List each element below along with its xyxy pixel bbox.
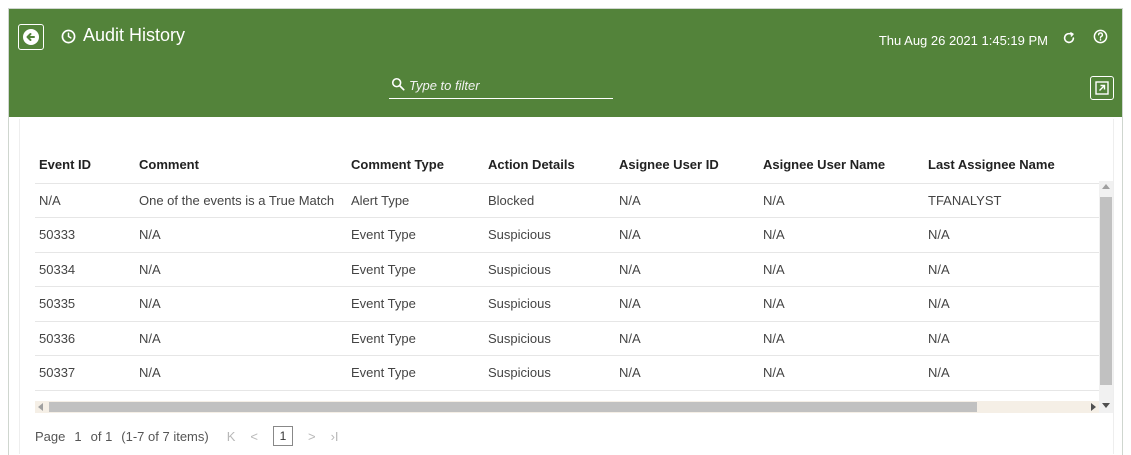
table-cell: N/A: [924, 252, 1101, 287]
vertical-scroll-thumb[interactable]: [1100, 197, 1112, 385]
horizontal-scrollbar[interactable]: [35, 401, 1099, 413]
search-icon: [391, 77, 405, 91]
table-cell: Suspicious: [484, 321, 615, 356]
audit-history-window: Audit History Thu Aug 26 2021 1:45:19 PM…: [8, 8, 1123, 455]
current-page-button[interactable]: 1: [272, 426, 293, 446]
table-cell: N/A: [135, 217, 347, 253]
table-cell: Suspicious: [484, 355, 615, 391]
table-row[interactable]: 50336 N/A Event Type Suspicious N/A N/A …: [35, 321, 1101, 356]
table-cell: Suspicious: [484, 252, 615, 287]
horizontal-scroll-thumb[interactable]: [49, 402, 977, 412]
table-cell: Blocked: [484, 183, 615, 218]
table-cell: Event Type: [347, 321, 484, 356]
page-count: of 1: [90, 428, 113, 444]
table-cell: N/A: [615, 252, 759, 287]
table-cell: Event Type: [347, 355, 484, 391]
table-cell: N/A: [924, 286, 1101, 322]
table-cell: Event Type: [347, 286, 484, 322]
table-cell: N/A: [135, 252, 347, 287]
table-cell: N/A: [615, 321, 759, 356]
table-cell: 50335: [35, 286, 135, 322]
table-cell: N/A: [35, 183, 135, 218]
table-cell: Suspicious: [484, 217, 615, 253]
items-count: (1-7 of 7 items): [121, 428, 209, 444]
table-cell: N/A: [759, 321, 924, 356]
table-row[interactable]: 50334 N/A Event Type Suspicious N/A N/A …: [35, 252, 1101, 287]
audit-grid: Event ID Comment Comment Type Action Det…: [35, 147, 1115, 412]
table-header-row: Event ID Comment Comment Type Action Det…: [35, 147, 1101, 184]
expand-button[interactable]: [1090, 76, 1114, 100]
table-cell: N/A: [135, 321, 347, 356]
table-cell: N/A: [615, 286, 759, 322]
back-button[interactable]: [18, 24, 44, 50]
page-label: Page: [35, 428, 66, 444]
table-cell: One of the events is a True Match: [135, 183, 347, 218]
last-page-button[interactable]: ›I: [331, 429, 339, 444]
table-cell: N/A: [924, 217, 1101, 253]
column-header[interactable]: Last Assignee Name: [924, 147, 1101, 184]
table-cell: Event Type: [347, 217, 484, 253]
column-header[interactable]: Comment: [135, 147, 347, 184]
scroll-up-icon[interactable]: [1102, 184, 1110, 189]
table-cell: Suspicious: [484, 286, 615, 322]
back-arrow-icon: [23, 29, 39, 45]
grid-panel: Event ID Comment Comment Type Action Det…: [19, 119, 1114, 454]
expand-icon: [1095, 81, 1109, 95]
scroll-down-icon[interactable]: [1102, 403, 1110, 408]
pagination-bar: Page 1 of 1 (1-7 of 7 items) K < 1 > ›I: [35, 424, 354, 448]
table-cell: N/A: [759, 252, 924, 287]
table-cell: N/A: [759, 217, 924, 253]
table-cell: N/A: [924, 321, 1101, 356]
first-page-button[interactable]: K: [227, 429, 236, 444]
page-title: Audit History: [83, 25, 186, 45]
table-cell: 50336: [35, 321, 135, 356]
table-cell: 50334: [35, 252, 135, 287]
table-cell: N/A: [615, 355, 759, 391]
scroll-right-icon[interactable]: [1091, 403, 1096, 411]
filter-field: [389, 74, 613, 99]
table-cell: N/A: [759, 355, 924, 391]
column-header[interactable]: Comment Type: [347, 147, 484, 184]
table-cell: Event Type: [347, 252, 484, 287]
page-number: 1: [74, 428, 82, 444]
filter-input[interactable]: [409, 74, 609, 96]
help-icon[interactable]: [1093, 29, 1108, 44]
table-cell: N/A: [759, 286, 924, 322]
table-cell: N/A: [924, 355, 1101, 391]
table-cell: N/A: [615, 183, 759, 218]
column-header[interactable]: Action Details: [484, 147, 615, 184]
refresh-icon[interactable]: [1062, 31, 1076, 45]
column-header[interactable]: Asignee User Name: [759, 147, 924, 184]
table-row[interactable]: 50335 N/A Event Type Suspicious N/A N/A …: [35, 286, 1101, 322]
current-datetime: Thu Aug 26 2021 1:45:19 PM: [878, 33, 1048, 48]
previous-page-button[interactable]: <: [250, 429, 258, 444]
table-row[interactable]: 50337 N/A Event Type Suspicious N/A N/A …: [35, 355, 1101, 391]
table-cell: N/A: [759, 183, 924, 218]
header-bar: Audit History Thu Aug 26 2021 1:45:19 PM: [9, 9, 1122, 117]
table-row[interactable]: N/A One of the events is a True Match Al…: [35, 183, 1101, 218]
table-row[interactable]: 50333 N/A Event Type Suspicious N/A N/A …: [35, 217, 1101, 253]
table-cell: N/A: [135, 286, 347, 322]
vertical-scrollbar[interactable]: [1099, 181, 1113, 413]
table-cell: N/A: [615, 217, 759, 253]
table-cell: 50337: [35, 355, 135, 391]
scroll-left-icon[interactable]: [38, 403, 43, 411]
table-cell: 50333: [35, 217, 135, 253]
column-header[interactable]: Event ID: [35, 147, 135, 184]
table-cell: Alert Type: [347, 183, 484, 218]
next-page-button[interactable]: >: [308, 429, 316, 444]
table-cell: N/A: [135, 355, 347, 391]
table-cell: TFANALYST: [924, 183, 1101, 218]
audit-table: Event ID Comment Comment Type Action Det…: [35, 147, 1101, 412]
clock-icon: [61, 29, 76, 44]
column-header[interactable]: Asignee User ID: [615, 147, 759, 184]
